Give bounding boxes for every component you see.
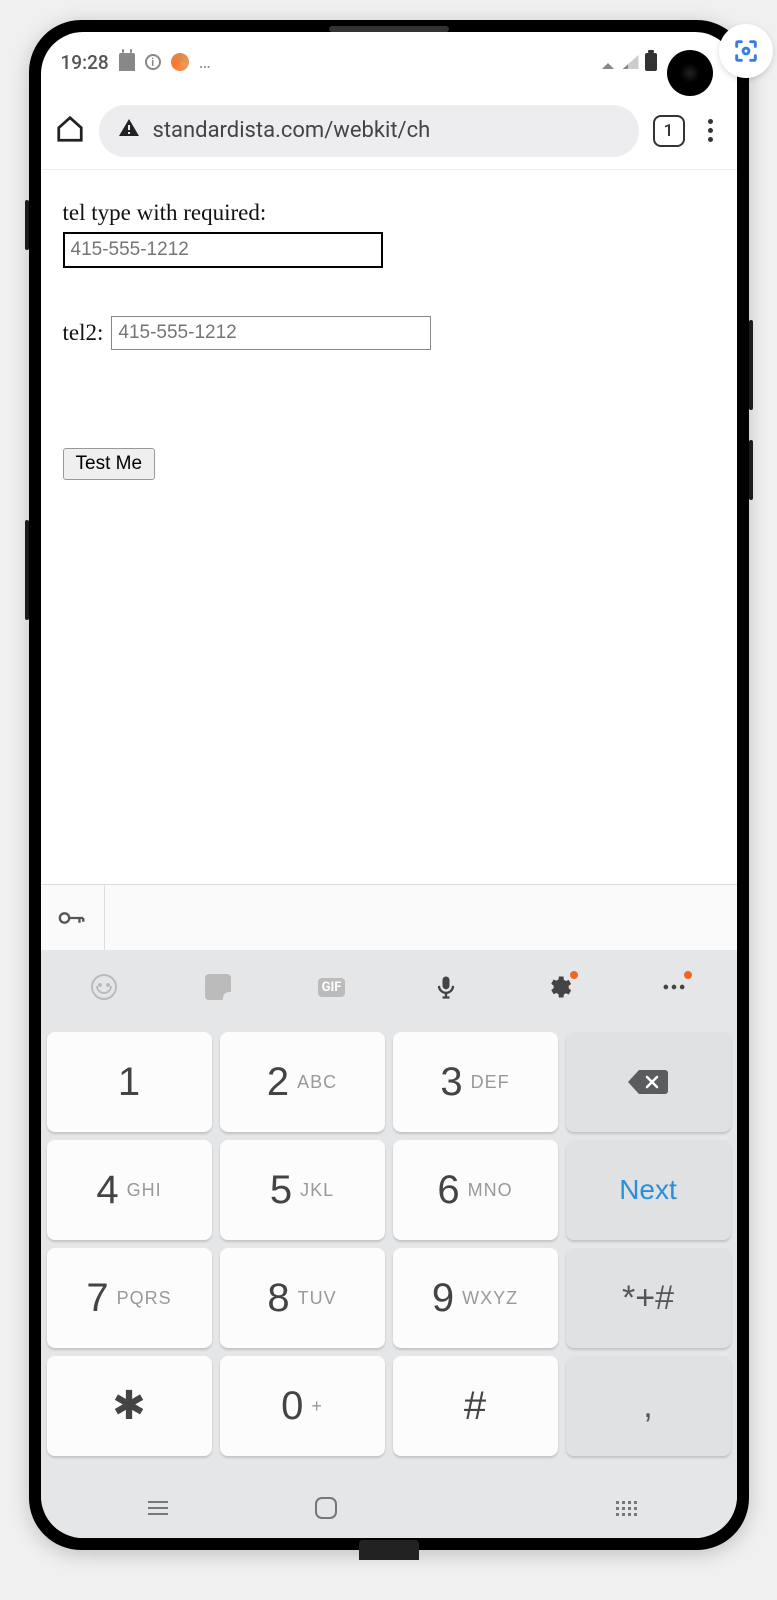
wifi-icon — [599, 55, 617, 69]
key-backspace[interactable] — [566, 1032, 731, 1132]
battery-icon — [645, 53, 657, 71]
suggestion-strip — [41, 884, 737, 950]
keyboard-toolbar: GIF — [41, 950, 737, 1024]
signal-icon — [623, 55, 639, 69]
info-icon: i — [145, 54, 161, 70]
key-1[interactable]: 1 — [47, 1032, 212, 1132]
side-button — [749, 320, 753, 410]
more-notifications-icon: … — [199, 52, 213, 73]
tab-count: 1 — [664, 121, 674, 141]
phone-frame: 19:28 i … standardista.com/webkit/c — [29, 20, 749, 1550]
key-next[interactable]: Next — [566, 1140, 731, 1240]
app-icon — [171, 53, 189, 71]
key-comma[interactable]: , — [566, 1356, 731, 1456]
side-button — [25, 200, 29, 250]
key-6[interactable]: 6MNO — [393, 1140, 558, 1240]
system-nav-bar — [41, 1478, 737, 1538]
nav-recent-button[interactable] — [140, 1507, 176, 1509]
key-8[interactable]: 8TUV — [220, 1248, 385, 1348]
test-me-button[interactable]: Test Me — [63, 448, 156, 480]
settings-icon[interactable] — [538, 965, 582, 1009]
key-star[interactable]: ✱ — [47, 1356, 212, 1456]
key-pound[interactable]: # — [393, 1356, 558, 1456]
android-icon — [119, 53, 135, 71]
browser-bar: standardista.com/webkit/ch 1 — [41, 92, 737, 170]
tel2-label: tel2: — [63, 320, 104, 346]
key-7[interactable]: 7PQRS — [47, 1248, 212, 1348]
tel2-input[interactable] — [111, 316, 431, 350]
password-key-icon[interactable] — [41, 885, 105, 950]
voice-input-icon[interactable] — [424, 965, 468, 1009]
nav-home-button[interactable] — [315, 1497, 337, 1519]
gif-icon[interactable]: GIF — [310, 965, 354, 1009]
status-bar: 19:28 i … — [41, 32, 737, 92]
key-5[interactable]: 5JKL — [220, 1140, 385, 1240]
camera-hole — [667, 50, 713, 96]
key-4[interactable]: 4GHI — [47, 1140, 212, 1240]
key-9[interactable]: 9WXYZ — [393, 1248, 558, 1348]
tel1-label: tel type with required: — [63, 200, 715, 226]
keyboard-switch-icon[interactable] — [616, 1501, 637, 1516]
more-badge-dot — [684, 971, 692, 979]
keypad: 1 2ABC 3DEF 4GHI 5JKL 6MNO Next 7PQRS 8T… — [41, 1024, 737, 1478]
insecure-warning-icon — [117, 116, 141, 146]
scan-fab[interactable] — [719, 24, 773, 78]
key-symbols[interactable]: *+# — [566, 1248, 731, 1348]
status-time: 19:28 — [61, 51, 109, 74]
side-button — [749, 440, 753, 500]
url-text: standardista.com/webkit/ch — [153, 118, 431, 143]
tel1-input[interactable] — [63, 232, 383, 268]
url-bar[interactable]: standardista.com/webkit/ch — [99, 105, 639, 157]
emoji-icon[interactable] — [82, 965, 126, 1009]
tab-count-button[interactable]: 1 — [653, 115, 685, 147]
overflow-menu-icon[interactable] — [699, 119, 723, 142]
page-content: tel type with required: tel2: Test Me — [41, 170, 737, 884]
home-icon[interactable] — [55, 114, 85, 148]
side-button — [25, 520, 29, 620]
settings-badge-dot — [570, 971, 578, 979]
key-2[interactable]: 2ABC — [220, 1032, 385, 1132]
usb-cable — [359, 1540, 419, 1560]
key-3[interactable]: 3DEF — [393, 1032, 558, 1132]
more-icon[interactable] — [652, 965, 696, 1009]
sticker-icon[interactable] — [196, 965, 240, 1009]
key-0[interactable]: 0+ — [220, 1356, 385, 1456]
